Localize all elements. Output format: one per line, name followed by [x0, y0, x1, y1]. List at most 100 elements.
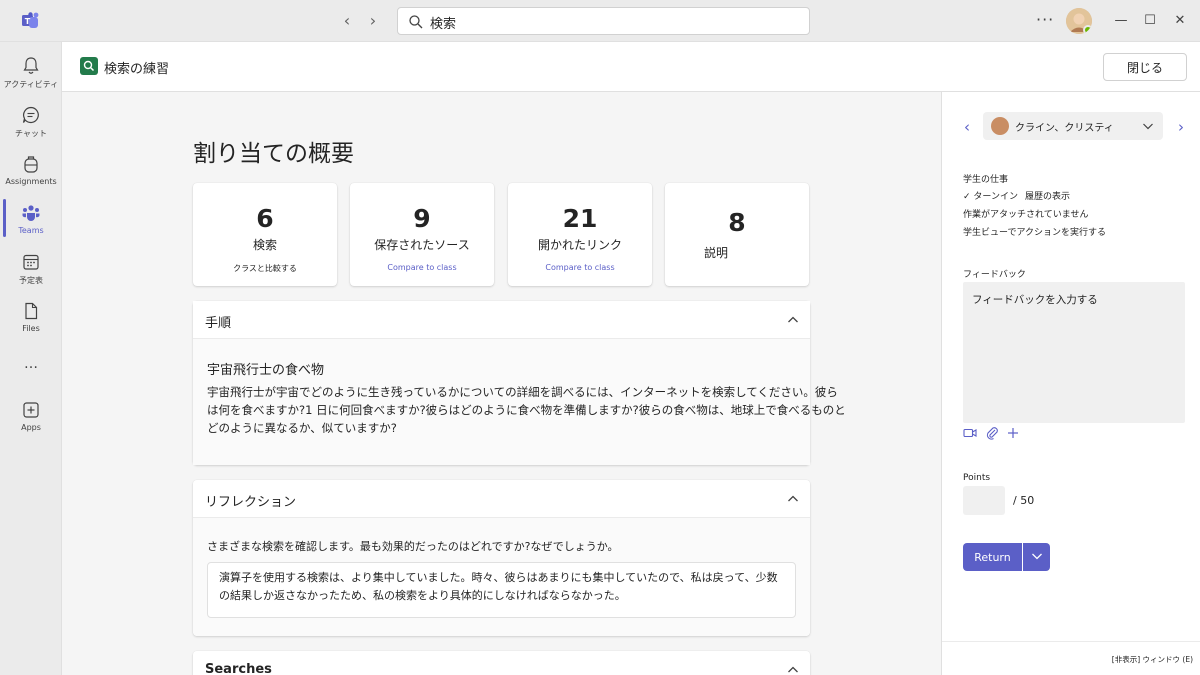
stat-card-opened-links: 21 開かれたリンク Compare to class: [508, 183, 652, 286]
points-input[interactable]: [963, 486, 1005, 515]
return-options-button[interactable]: [1023, 543, 1050, 571]
assignment-header: 検索の練習 閉じる: [62, 42, 1200, 92]
view-history-link[interactable]: 履歴の表示: [1025, 189, 1070, 202]
rail-label: 予定表: [19, 276, 43, 285]
page-title: 割り当ての概要: [193, 141, 354, 167]
instructions-panel-header[interactable]: 手順: [193, 301, 810, 339]
svg-text:T: T: [25, 17, 31, 26]
points-max: / 50: [1013, 494, 1035, 507]
feedback-placeholder: フィードバックを入力する: [972, 294, 1098, 306]
instructions-text: 宇宙飛行士が宇宙でどのように生き残っているかについての詳細を調べるには、インター…: [207, 385, 846, 435]
stat-label: 検索: [252, 238, 277, 252]
file-icon: [25, 302, 38, 320]
panel-title: リフレクション: [205, 495, 297, 510]
stat-value: 6: [256, 204, 274, 233]
teams-logo-icon[interactable]: T: [22, 12, 42, 30]
reflection-question: さまざまな検索を確認します。最も効果的だったのはどれですか?なぜでしょうか。: [207, 540, 619, 553]
maximize-icon[interactable]: ☐: [1141, 12, 1159, 30]
stat-label: 保存されたソース: [374, 238, 470, 252]
rail-label: Assignments: [5, 177, 57, 186]
back-arrow-icon[interactable]: ‹: [337, 11, 357, 31]
stat-card-searches: 6 検索 クラスと比較する: [193, 183, 337, 286]
rail-item-files[interactable]: Files: [0, 301, 62, 333]
stat-value: 8: [728, 208, 746, 237]
student-name: クライン、クリスティ: [1015, 123, 1114, 134]
backpack-icon: [24, 156, 38, 173]
video-icon[interactable]: [963, 426, 977, 440]
chevron-up-icon[interactable]: [786, 663, 800, 675]
stat-card-saved-sources: 9 保存されたソース Compare to class: [350, 183, 494, 286]
previous-student-icon[interactable]: ‹: [960, 118, 974, 136]
grading-pane: ‹ クライン、クリスティ › 学生の仕事 ✓ ターンイン 履歴の表示 作業がアタ…: [941, 92, 1200, 675]
chevron-down-icon: [1031, 553, 1042, 559]
student-view-action-link[interactable]: 学生ビューでアクションを実行する: [963, 225, 1106, 238]
pane-footer: [非表示] ウィンドウ (E): [942, 641, 1200, 675]
chat-icon: [22, 106, 39, 124]
search-input[interactable]: 検索: [397, 7, 810, 35]
add-icon[interactable]: [1006, 426, 1020, 440]
instructions-panel: 手順 宇宙飛行士の食べ物 宇宙飛行士が宇宙でどのように生き残っているかについての…: [193, 301, 846, 465]
stat-label: 開かれたリンク: [537, 238, 622, 252]
teams-icon: [22, 205, 40, 221]
student-work-label: 学生の仕事: [963, 175, 1009, 185]
rail-item-assignments[interactable]: Assignments: [0, 154, 62, 186]
rail-item-calendar[interactable]: 予定表: [0, 252, 62, 286]
rail-item-activity[interactable]: アクティビティ: [0, 56, 62, 90]
status-available-icon: [1083, 25, 1092, 34]
close-window-icon[interactable]: ✕: [1171, 12, 1189, 30]
compare-to-class-link[interactable]: Compare to class: [350, 263, 494, 272]
compare-to-class-link[interactable]: Compare to class: [508, 263, 652, 272]
searches-panel: Searches: [193, 651, 810, 675]
no-attachment-text: 作業がアタッチされていません: [963, 210, 1089, 220]
more-apps-label: …: [24, 356, 38, 372]
compare-to-class-link[interactable]: クラスと比較する: [193, 263, 337, 274]
user-avatar[interactable]: [1066, 8, 1092, 34]
rail-item-teams[interactable]: Teams: [0, 203, 62, 235]
rail-label: アクティビティ: [3, 80, 59, 89]
attach-icon[interactable]: [985, 426, 999, 440]
return-button[interactable]: Return: [963, 543, 1022, 571]
stat-card-explanations: 8 説明: [665, 183, 809, 286]
rail-label: Apps: [21, 423, 41, 432]
assignment-title: 検索の練習: [104, 62, 170, 77]
search-coach-app-icon: [80, 57, 98, 75]
reflection-answer: 演算子を使用する検索は、より集中していました。時々、彼らはあまりにも集中していた…: [207, 562, 796, 618]
more-options-icon[interactable]: ···: [1036, 10, 1054, 29]
minimize-icon[interactable]: —: [1112, 12, 1130, 30]
panel-title: 手順: [205, 316, 232, 331]
rail-label: チャット: [15, 129, 47, 138]
rail-label: Teams: [18, 226, 44, 235]
stat-value: 21: [562, 204, 598, 233]
calendar-icon: [23, 254, 39, 270]
app-rail: アクティビティ チャット Assignments Teams 予定表 Files…: [0, 42, 62, 675]
search-icon: [409, 15, 423, 29]
points-label: Points: [963, 473, 991, 483]
title-bar: T ‹ › 検索 ··· — ☐ ✕: [0, 0, 1200, 42]
close-button[interactable]: 閉じる: [1103, 53, 1187, 81]
student-selector[interactable]: クライン、クリスティ: [983, 112, 1163, 140]
feedback-label: フィードバック: [963, 270, 1026, 280]
chevron-down-icon: [1143, 123, 1153, 130]
stat-label: 説明: [704, 246, 729, 260]
student-avatar: [991, 117, 1009, 135]
rail-item-apps[interactable]: Apps: [0, 400, 62, 432]
reflection-panel-header[interactable]: リフレクション: [193, 480, 810, 518]
chevron-up-icon[interactable]: [786, 492, 800, 506]
apps-icon: [23, 402, 39, 418]
search-placeholder: 検索: [430, 17, 457, 32]
main-content: 割り当ての概要 6 検索 クラスと比較する 9 保存されたソース Compare…: [62, 92, 941, 675]
rail-label: Files: [22, 324, 40, 333]
feedback-input[interactable]: フィードバックを入力する: [963, 282, 1185, 423]
rail-more-icon[interactable]: …: [0, 356, 62, 372]
bell-icon: [23, 57, 39, 74]
instructions-subtitle: 宇宙飛行士の食べ物: [207, 363, 325, 378]
chevron-up-icon[interactable]: [786, 313, 800, 327]
stat-value: 9: [413, 204, 431, 233]
rail-item-chat[interactable]: チャット: [0, 105, 62, 139]
forward-arrow-icon[interactable]: ›: [363, 11, 383, 31]
panel-title: Searches: [205, 662, 272, 675]
next-student-icon[interactable]: ›: [1174, 118, 1188, 136]
searches-panel-header[interactable]: Searches: [193, 651, 810, 675]
hide-window-link[interactable]: [非表示] ウィンドウ (E): [1112, 654, 1193, 665]
turned-in-status: ✓ ターンイン: [963, 192, 1018, 202]
